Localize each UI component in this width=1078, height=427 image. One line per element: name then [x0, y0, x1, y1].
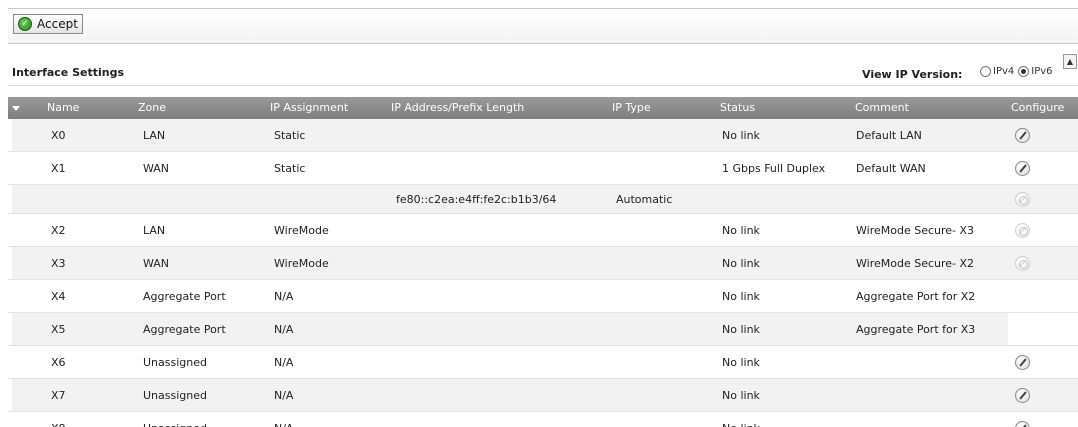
ipv6-radio-label[interactable]: IPv6	[1031, 66, 1052, 77]
cell-name: X5	[51, 323, 66, 336]
column-header-status[interactable]: Status	[720, 101, 755, 114]
cell-name: X6	[51, 356, 66, 369]
table-row[interactable]: X0 LAN Static No link Default LAN	[8, 119, 1078, 152]
cell-ip-assignment: N/A	[274, 290, 294, 303]
cell-status: No link	[722, 129, 760, 142]
edit-icon[interactable]	[1015, 388, 1030, 403]
cell-zone: Aggregate Port	[143, 290, 226, 303]
table-row[interactable]: X8 Unassigned N/A No link	[8, 412, 1078, 427]
column-header-ip-address[interactable]: IP Address/Prefix Length	[391, 101, 524, 114]
section-divider	[8, 85, 1078, 86]
cell-zone: LAN	[143, 224, 166, 237]
column-header-zone[interactable]: Zone	[138, 101, 166, 114]
cell-zone: LAN	[143, 129, 166, 142]
cell-ip-assignment: N/A	[274, 356, 294, 369]
view-ip-version-label: View IP Version:	[862, 68, 963, 81]
edit-icon[interactable]	[1015, 128, 1030, 143]
cell-name: X1	[51, 162, 66, 175]
cell-name: X3	[51, 257, 66, 270]
row-configure-background	[1008, 313, 1078, 345]
cell-comment: Default LAN	[856, 129, 922, 142]
cell-status: No link	[722, 323, 760, 336]
disabled-edit-icon	[1015, 192, 1030, 207]
cell-name: X7	[51, 389, 66, 402]
toolbar-bottom-border	[8, 43, 1078, 44]
table-row[interactable]: X2 LAN WireMode No link WireMode Secure- X3	[8, 214, 1078, 247]
section-title: Interface Settings	[12, 66, 125, 79]
cell-name: X8	[51, 422, 66, 427]
table-row[interactable]: fe80::c2ea:e4ff:fe2c:b1b3/64 Automatic	[8, 185, 1078, 214]
column-header-name[interactable]: Name	[47, 101, 79, 114]
table-row[interactable]: X6 Unassigned N/A No link	[8, 346, 1078, 379]
scroll-up-button[interactable]: ▲	[1063, 54, 1077, 69]
cell-zone: Aggregate Port	[143, 323, 226, 336]
cell-zone: WAN	[143, 162, 170, 175]
cell-ip-address: fe80::c2ea:e4ff:fe2c:b1b3/64	[396, 193, 557, 206]
interface-settings-page: ✓ Accept Interface Settings View IP Vers…	[0, 0, 1078, 427]
toolbar	[8, 9, 1078, 43]
edit-icon[interactable]	[1015, 355, 1030, 370]
table-row[interactable]: X5 Aggregate Port N/A No link Aggregate Port…	[8, 313, 1078, 346]
table-row[interactable]: X3 WAN WireMode No link WireMode Secure- X2	[8, 247, 1078, 280]
cell-ip-assignment: WireMode	[274, 224, 329, 237]
cell-ip-assignment: N/A	[274, 422, 293, 427]
cell-status: No link	[722, 224, 760, 237]
ipv4-radio-label[interactable]: IPv4	[993, 66, 1014, 77]
ip-version-radio-group: IPv4 IPv6	[980, 66, 1057, 77]
cell-status: No link	[722, 356, 760, 369]
cell-zone: Unassigned	[143, 389, 207, 402]
checkmark-icon: ✓	[18, 17, 32, 31]
row-configure-background	[1008, 280, 1078, 312]
accept-button[interactable]: ✓ Accept	[13, 14, 83, 34]
column-header-comment[interactable]: Comment	[855, 101, 909, 114]
cell-ip-type: Automatic	[616, 193, 673, 206]
cell-status: No link	[722, 422, 760, 427]
table-row[interactable]: X7 Unassigned N/A No link	[8, 379, 1078, 412]
edit-icon[interactable]	[1015, 161, 1030, 176]
cell-ip-assignment: Static	[274, 162, 306, 175]
cell-comment: Default WAN	[856, 162, 926, 175]
table-row[interactable]: X1 WAN Static 1 Gbps Full Duplex Default WAN	[8, 152, 1078, 185]
arrow-up-icon: ▲	[1066, 57, 1074, 66]
cell-zone: WAN	[143, 257, 170, 270]
cell-ip-assignment: Static	[274, 129, 306, 142]
cell-comment: Aggregate Port for X2	[856, 290, 976, 303]
cell-comment: Aggregate Port for X3	[856, 323, 976, 336]
interface-table: X0 LAN Static No link Default LAN X1 WAN Static…	[8, 119, 1078, 427]
cell-ip-assignment: N/A	[274, 323, 294, 336]
cell-name: X0	[51, 129, 66, 142]
cell-zone: Unassigned	[143, 356, 207, 369]
collapse-toggle-icon[interactable]	[12, 106, 20, 111]
cell-status: No link	[722, 290, 760, 303]
cell-name: X2	[51, 224, 66, 237]
cell-comment: WireMode Secure- X2	[856, 257, 975, 270]
column-header-ip-type[interactable]: IP Type	[612, 101, 651, 114]
cell-name: X4	[51, 290, 66, 303]
cell-status: No link	[722, 257, 760, 270]
cell-comment: WireMode Secure- X3	[856, 224, 975, 237]
disabled-edit-icon	[1015, 256, 1030, 271]
cell-ip-assignment: N/A	[274, 389, 294, 402]
cell-status: No link	[722, 389, 760, 402]
column-header-ip-assignment[interactable]: IP Assignment	[270, 101, 348, 114]
disabled-edit-icon	[1015, 223, 1030, 238]
ipv6-radio[interactable]	[1018, 66, 1030, 77]
accept-button-label: Accept	[37, 17, 78, 31]
ipv4-radio[interactable]	[980, 66, 991, 77]
table-header: Name Zone IP Assignment IP Address/Prefi…	[8, 97, 1078, 119]
column-header-configure: Configure	[1011, 101, 1065, 114]
cell-ip-assignment: WireMode	[274, 257, 329, 270]
cell-status: 1 Gbps Full Duplex	[722, 162, 826, 175]
table-row[interactable]: X4 Aggregate Port N/A No link Aggregate Port…	[8, 280, 1078, 313]
cell-zone: Unassigned	[143, 422, 207, 427]
